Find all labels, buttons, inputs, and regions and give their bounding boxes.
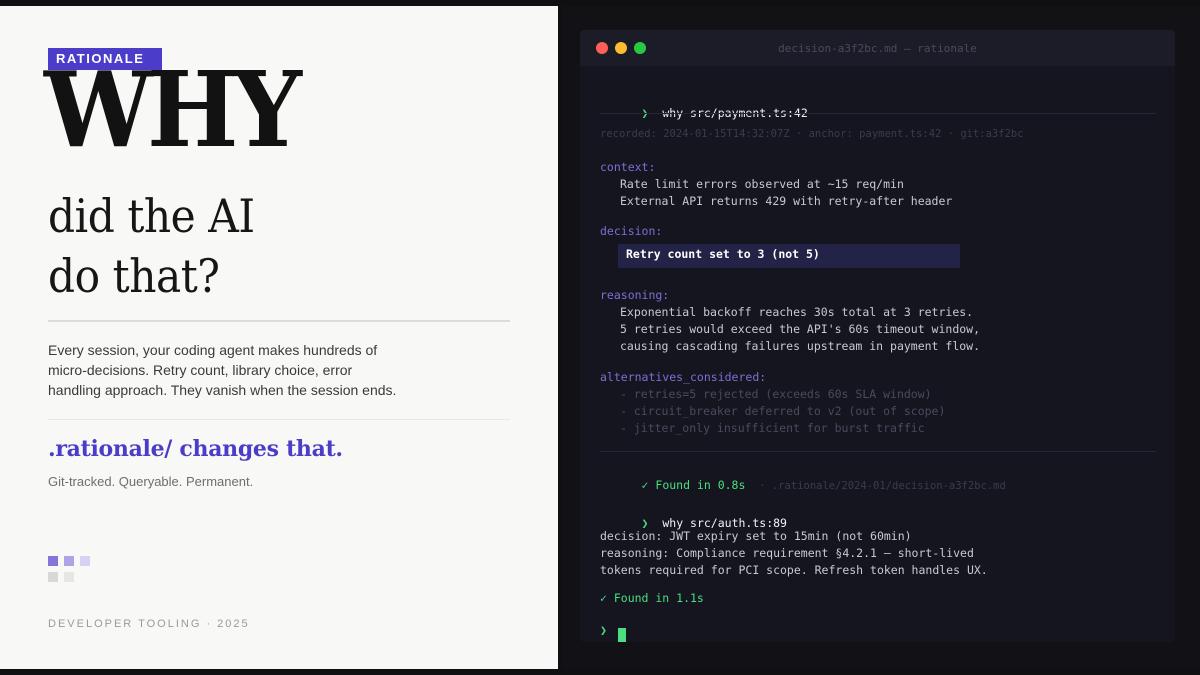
prompt-icon: ❯ — [600, 623, 607, 637]
context-line: External API returns 429 with retry-afte… — [620, 194, 953, 208]
hero-panel: RATIONALE WHY did the AI do that? Every … — [0, 6, 558, 669]
headline-question: did the AI do that? — [48, 189, 255, 303]
terminal-titlebar[interactable]: decision-a3f2bc.md — rationale — [580, 30, 1175, 66]
reasoning-line: Exponential backoff reaches 30s total at… — [620, 305, 974, 319]
square-mark — [80, 556, 90, 566]
window-title: decision-a3f2bc.md — rationale — [778, 42, 977, 55]
footer-label: DEVELOPER TOOLING · 2025 — [48, 618, 250, 630]
alternative-line: - jitter_only insufficient for burst tra… — [620, 421, 925, 435]
cta-headline: .rationale/ changes that. — [48, 436, 343, 462]
decision-label: decision: — [600, 224, 663, 238]
square-mark — [48, 556, 58, 566]
decision-highlight: Retry count set to 3 (not 5) — [618, 244, 960, 268]
alternative-line: - retries=5 rejected (exceeds 60s SLA wi… — [620, 387, 932, 401]
output-line: decision: JWT expiry set to 15min (not 6… — [600, 529, 912, 543]
divider — [600, 113, 1156, 114]
terminal-panel: decision-a3f2bc.md — rationale ❯ why src… — [562, 6, 1200, 669]
found-path: · .rationale/2024-01/decision-a3f2bc.md — [759, 480, 1006, 492]
reasoning-line: causing cascading failures upstream in p… — [620, 339, 981, 353]
found-status: ✓ Found in 1.1s — [600, 591, 704, 605]
divider — [48, 320, 510, 322]
output-line: reasoning: Compliance requirement §4.2.1… — [600, 546, 974, 560]
output-line: tokens required for PCI scope. Refresh t… — [600, 563, 988, 577]
reasoning-line: 5 retries would exceed the API's 60s tim… — [620, 322, 981, 336]
square-mark — [64, 556, 74, 566]
context-line: Rate limit errors observed at ~15 req/mi… — [620, 177, 904, 191]
alternatives-label: alternatives_considered: — [600, 370, 767, 384]
square-mark — [48, 572, 58, 582]
divider — [48, 419, 510, 420]
divider — [600, 451, 1156, 452]
terminal-window[interactable]: decision-a3f2bc.md — rationale ❯ why src… — [580, 30, 1175, 642]
description-text: Every session, your coding agent makes h… — [48, 342, 397, 398]
reasoning-label: reasoning: — [600, 288, 670, 302]
square-mark — [64, 572, 74, 582]
context-label: context: — [600, 160, 656, 174]
alternative-line: - circuit_breaker deferred to v2 (out of… — [620, 404, 946, 418]
cta-subtext: Git-tracked. Queryable. Permanent. — [48, 474, 254, 489]
headline-why: WHY — [44, 48, 302, 171]
decision-value: Retry count set to 3 (not 5) — [626, 247, 820, 261]
record-meta: recorded: 2024-01-15T14:32:07Z · anchor:… — [600, 128, 1024, 140]
found-status: ✓ Found in 0.8s — [641, 478, 746, 492]
text-cursor[interactable] — [618, 628, 626, 642]
